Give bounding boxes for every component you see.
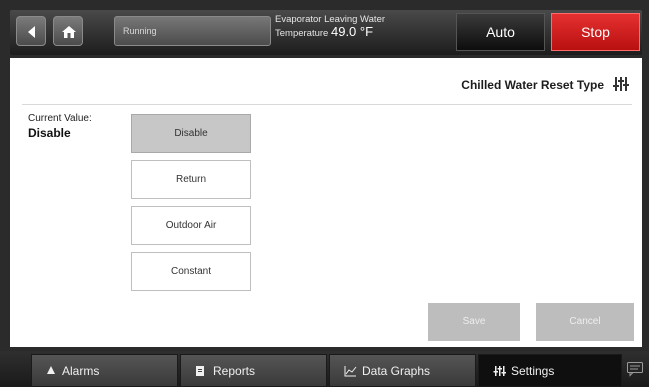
tab-data-graphs[interactable]: Data Graphs (329, 354, 476, 387)
back-button[interactable] (16, 16, 46, 46)
settings-panel: Chilled Water Reset Type Current Value: … (10, 58, 642, 347)
tab-settings[interactable]: Settings (478, 354, 622, 387)
evap-prefix: Temperature (275, 28, 329, 39)
option-disable[interactable]: Disable (131, 114, 251, 153)
current-value: Disable (28, 126, 71, 140)
status-label: Running (123, 26, 157, 36)
bottom-nav: Alarms Reports Data Graphs Settings (0, 351, 649, 387)
status-indicator[interactable]: Running (114, 16, 271, 46)
back-arrow-icon (28, 26, 35, 38)
graph-icon (344, 366, 357, 377)
page-title: Chilled Water Reset Type (461, 78, 604, 92)
option-constant[interactable]: Constant (131, 252, 251, 291)
chat-icon[interactable] (626, 361, 644, 377)
home-button[interactable] (53, 16, 83, 46)
evap-temperature-value: 49.0 °F (330, 24, 374, 39)
tab-settings-label: Settings (511, 364, 555, 378)
auto-button[interactable]: Auto (456, 13, 545, 51)
option-outdoor-air[interactable]: Outdoor Air (131, 206, 251, 245)
alarm-triangle-icon (47, 366, 55, 374)
option-return[interactable]: Return (131, 160, 251, 199)
tab-alarms[interactable]: Alarms (31, 354, 178, 387)
save-button[interactable]: Save (428, 303, 520, 341)
home-icon (62, 26, 76, 38)
current-value-label: Current Value: (28, 113, 92, 124)
tab-data-graphs-label: Data Graphs (362, 364, 431, 378)
tab-reports[interactable]: Reports (180, 354, 327, 387)
app-frame: Running Evaporator Leaving Water Tempera… (0, 0, 649, 387)
stop-button[interactable]: Stop (551, 13, 640, 51)
report-icon (196, 366, 204, 376)
top-bar: Running Evaporator Leaving Water Tempera… (10, 10, 642, 55)
tab-alarms-label: Alarms (62, 364, 100, 378)
settings-sliders-icon (613, 77, 629, 91)
cancel-button[interactable]: Cancel (536, 303, 634, 341)
evaporator-readout: Evaporator Leaving Water Temperature 49.… (275, 14, 385, 40)
panel-header: Chilled Water Reset Type (22, 65, 632, 105)
tab-reports-label: Reports (213, 364, 256, 378)
settings-sliders-icon (493, 366, 506, 376)
